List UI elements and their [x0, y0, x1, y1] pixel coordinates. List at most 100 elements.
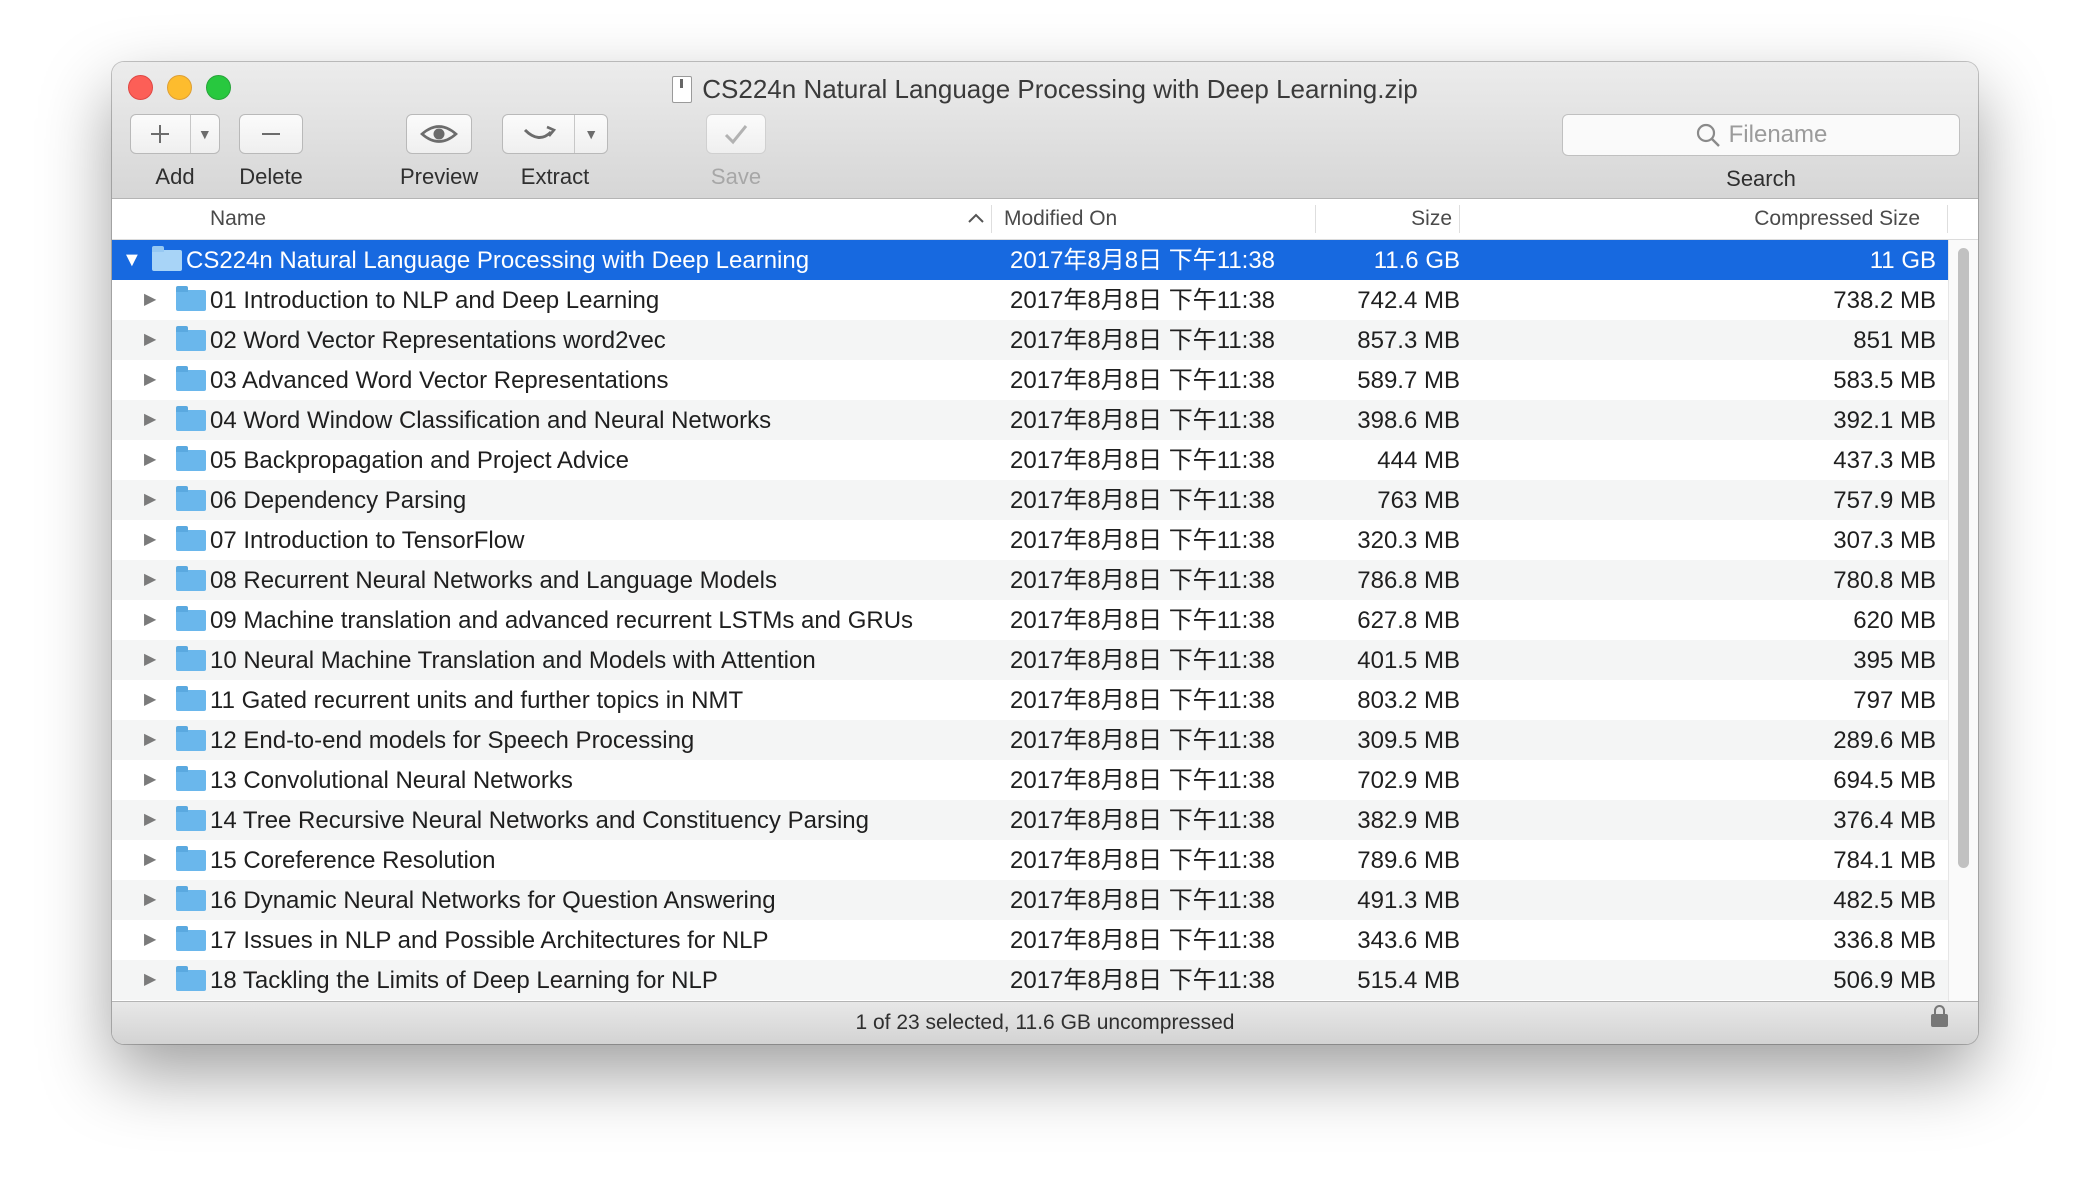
- row-compressed-size: 851 MB: [1853, 327, 1936, 354]
- column-divider[interactable]: [1459, 205, 1460, 233]
- disclosure-collapsed-icon[interactable]: ▶: [144, 720, 156, 760]
- row-name: 15 Coreference Resolution: [210, 847, 496, 874]
- row-compressed-size: 620 MB: [1853, 607, 1936, 634]
- table-row[interactable]: ▶ 17 Issues in NLP and Possible Architect…: [112, 920, 1948, 960]
- row-name: 13 Convolutional Neural Networks: [210, 767, 573, 794]
- disclosure-collapsed-icon[interactable]: ▶: [144, 440, 156, 480]
- column-divider[interactable]: [991, 205, 992, 233]
- folder-icon: [176, 646, 206, 671]
- save-button[interactable]: [706, 114, 766, 154]
- disclosure-collapsed-icon[interactable]: ▶: [144, 320, 156, 360]
- preview-button[interactable]: [406, 114, 473, 154]
- disclosure-collapsed-icon[interactable]: ▶: [144, 920, 156, 960]
- row-modified: 2017年8月8日 下午11:38: [1010, 407, 1276, 434]
- column-divider[interactable]: [1315, 205, 1316, 233]
- row-compressed-size: 336.8 MB: [1833, 927, 1936, 954]
- column-header-name[interactable]: Name: [210, 199, 1090, 239]
- folder-icon: [176, 526, 206, 551]
- column-header-compressed[interactable]: Compressed Size: [1466, 199, 1920, 239]
- table-row[interactable]: ▶ 12 End-to-end models for Speech Process…: [112, 720, 1948, 760]
- row-size: 11.6 GB: [1373, 247, 1460, 274]
- table-row[interactable]: ▶ 07 Introduction to TensorFlow 2017年8月8日 …: [112, 520, 1948, 560]
- delete-label: Delete: [239, 164, 303, 189]
- disclosure-expanded-icon[interactable]: ▼: [122, 240, 142, 280]
- column-header-name-label: Name: [210, 207, 267, 230]
- row-size: 343.6 MB: [1357, 927, 1460, 954]
- table-row-selected[interactable]: ▼ CS224n Natural Language Processing with…: [112, 240, 1948, 280]
- disclosure-collapsed-icon[interactable]: ▶: [144, 680, 156, 720]
- minus-icon[interactable]: [240, 115, 302, 153]
- disclosure-collapsed-icon[interactable]: ▶: [144, 640, 156, 680]
- folder-icon: [176, 326, 206, 351]
- table-row[interactable]: ▶ 11 Gated recurrent units and further to…: [112, 680, 1948, 720]
- sort-ascending-icon[interactable]: [967, 212, 985, 224]
- row-name: 16 Dynamic Neural Networks for Question …: [210, 887, 776, 914]
- disclosure-collapsed-icon[interactable]: ▶: [144, 800, 156, 840]
- plus-icon[interactable]: [131, 115, 190, 153]
- disclosure-collapsed-icon[interactable]: ▶: [144, 400, 156, 440]
- disclosure-collapsed-icon[interactable]: ▶: [144, 480, 156, 520]
- row-name: 05 Backpropagation and Project Advice: [210, 447, 629, 474]
- disclosure-collapsed-icon[interactable]: ▶: [144, 360, 156, 400]
- table-row[interactable]: ▶ 09 Machine translation and advanced rec…: [112, 600, 1948, 640]
- extract-button[interactable]: ▼: [502, 114, 608, 154]
- row-size: 857.3 MB: [1357, 327, 1460, 354]
- row-modified: 2017年8月8日 下午11:38: [1010, 647, 1276, 674]
- folder-icon: [176, 926, 206, 951]
- table-row[interactable]: ▶ 01 Introduction to NLP and Deep Learnin…: [112, 280, 1948, 320]
- eye-icon[interactable]: [407, 115, 471, 153]
- extract-icon[interactable]: [503, 115, 574, 153]
- row-size: 491.3 MB: [1357, 887, 1460, 914]
- disclosure-collapsed-icon[interactable]: ▶: [144, 520, 156, 560]
- folder-icon: [176, 766, 206, 791]
- row-compressed-size: 437.3 MB: [1833, 447, 1936, 474]
- table-row[interactable]: ▶ 05 Backpropagation and Project Advice 20…: [112, 440, 1948, 480]
- row-modified: 2017年8月8日 下午11:38: [1010, 287, 1276, 314]
- row-name: 11 Gated recurrent units and further top…: [210, 687, 744, 714]
- table-row[interactable]: ▶ 16 Dynamic Neural Networks for Question…: [112, 880, 1948, 920]
- vertical-scrollbar[interactable]: [1948, 240, 1978, 1020]
- table-row[interactable]: ▶ 04 Word Window Classification and Neura…: [112, 400, 1948, 440]
- add-menu-arrow-icon[interactable]: ▼: [189, 115, 219, 153]
- folder-icon: [176, 846, 206, 871]
- table-row[interactable]: ▶ 10 Neural Machine Translation and Model…: [112, 640, 1948, 680]
- disclosure-collapsed-icon[interactable]: ▶: [144, 280, 156, 320]
- table-row[interactable]: ▶ 14 Tree Recursive Neural Networks and C…: [112, 800, 1948, 840]
- row-name: 03 Advanced Word Vector Representations: [210, 367, 669, 394]
- table-row[interactable]: ▶ 06 Dependency Parsing 2017年8月8日 下午11:38 7…: [112, 480, 1948, 520]
- disclosure-collapsed-icon[interactable]: ▶: [144, 840, 156, 880]
- row-name: 10 Neural Machine Translation and Models…: [210, 647, 816, 674]
- column-header-size[interactable]: Size: [1318, 199, 1452, 239]
- scrollbar-thumb[interactable]: [1958, 248, 1969, 868]
- search-input[interactable]: Filename: [1562, 114, 1960, 156]
- checkmark-icon: [707, 115, 765, 153]
- table-row[interactable]: ▶ 03 Advanced Word Vector Representations…: [112, 360, 1948, 400]
- table-row[interactable]: ▶ 02 Word Vector Representations word2vec…: [112, 320, 1948, 360]
- folder-icon: [176, 806, 206, 831]
- table-row[interactable]: ▶ 08 Recurrent Neural Networks and Langua…: [112, 560, 1948, 600]
- disclosure-collapsed-icon[interactable]: ▶: [144, 600, 156, 640]
- delete-button[interactable]: [239, 114, 303, 154]
- row-size: 589.7 MB: [1357, 367, 1460, 394]
- row-size: 786.8 MB: [1357, 567, 1460, 594]
- column-divider[interactable]: [1947, 205, 1948, 233]
- table-row[interactable]: ▶ 18 Tackling the Limits of Deep Learning…: [112, 960, 1948, 1000]
- disclosure-collapsed-icon[interactable]: ▶: [144, 880, 156, 920]
- search-label: Search: [1726, 166, 1796, 191]
- lock-icon[interactable]: [1931, 1005, 1948, 1027]
- row-size: 401.5 MB: [1357, 647, 1460, 674]
- folder-icon: [176, 966, 206, 991]
- window-title: CS224n Natural Language Processing with …: [702, 73, 1418, 104]
- disclosure-collapsed-icon[interactable]: ▶: [144, 560, 156, 600]
- row-modified: 2017年8月8日 下午11:38: [1010, 727, 1276, 754]
- column-header-size-label: Size: [1411, 207, 1452, 230]
- row-name: 04 Word Window Classification and Neural…: [210, 407, 772, 434]
- extract-menu-arrow-icon[interactable]: ▼: [574, 115, 607, 153]
- add-button[interactable]: ▼: [130, 114, 220, 154]
- extract-toolbar-item: ▼ Extract: [502, 114, 608, 190]
- disclosure-collapsed-icon[interactable]: ▶: [144, 760, 156, 800]
- disclosure-collapsed-icon[interactable]: ▶: [144, 960, 156, 1000]
- table-row[interactable]: ▶ 13 Convolutional Neural Networks 2017年8月…: [112, 760, 1948, 800]
- table-row[interactable]: ▶ 15 Coreference Resolution 2017年8月8日 下午11…: [112, 840, 1948, 880]
- row-name: CS224n Natural Language Processing with …: [186, 247, 810, 274]
